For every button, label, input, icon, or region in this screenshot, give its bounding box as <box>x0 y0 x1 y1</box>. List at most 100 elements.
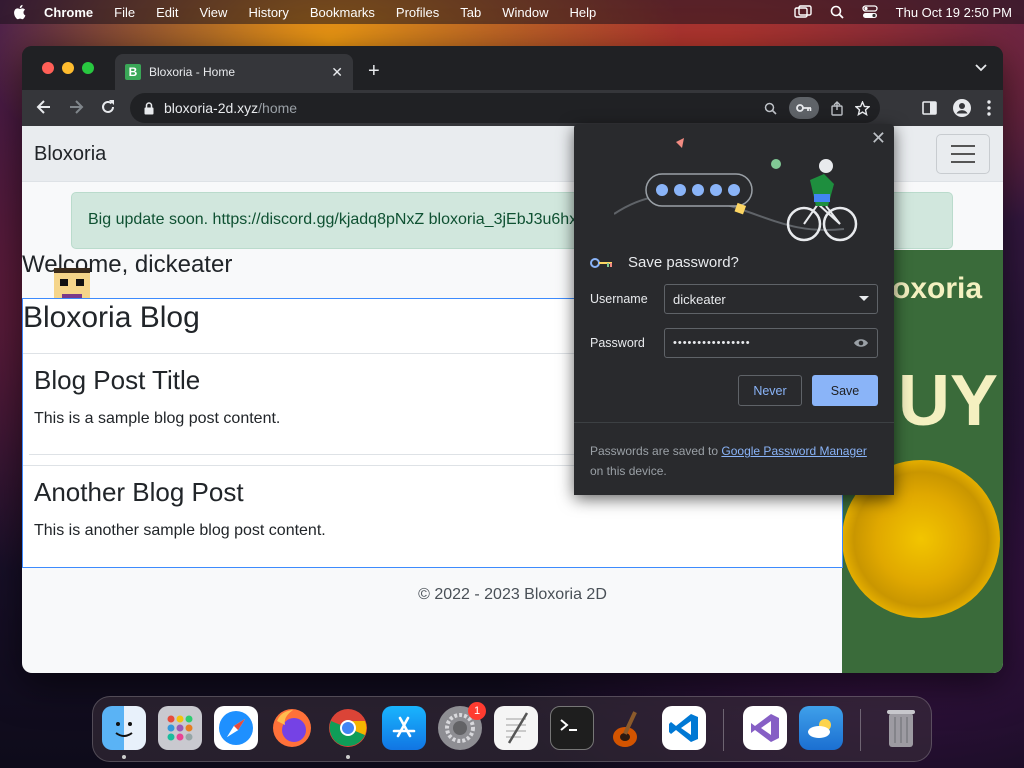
key-icon <box>796 104 812 112</box>
reload-icon[interactable] <box>100 99 116 115</box>
menu-profiles[interactable]: Profiles <box>396 5 439 20</box>
password-key-button[interactable] <box>789 97 819 119</box>
menu-view[interactable]: View <box>199 5 227 20</box>
footer-suffix: on this device. <box>590 464 667 478</box>
ad-buy-text: UY <box>898 361 999 441</box>
url-host: bloxoria-2d.xyz <box>164 100 259 116</box>
browser-window: B Bloxoria - Home ✕ + bloxoria-2d.xyz/ho… <box>22 46 1003 673</box>
password-mask: •••••••••••••••• <box>673 337 751 349</box>
post-content: This is another sample blog post content… <box>34 522 326 539</box>
dropdown-arrow-icon[interactable] <box>859 296 869 302</box>
safari-icon[interactable] <box>214 706 258 750</box>
minimize-window-button[interactable] <box>62 62 74 74</box>
dialog-buttons: Never Save <box>738 375 878 406</box>
menu-history[interactable]: History <box>248 5 288 20</box>
spotlight-search-icon[interactable] <box>830 5 844 19</box>
tab-search-chevron-icon[interactable] <box>975 64 987 72</box>
kebab-menu-icon[interactable] <box>987 100 991 116</box>
password-field[interactable]: •••••••••••••••• <box>664 328 878 358</box>
post-content: This is a sample blog post content. <box>34 410 281 427</box>
textedit-icon[interactable] <box>494 706 538 750</box>
visual-studio-icon[interactable] <box>743 706 787 750</box>
new-tab-icon[interactable]: + <box>368 60 380 83</box>
show-password-eye-icon[interactable] <box>853 338 869 348</box>
user-avatar-icon <box>54 268 90 300</box>
screen-mirroring-icon[interactable] <box>793 5 812 19</box>
footer-prefix: Passwords are saved to <box>590 444 722 458</box>
site-brand-link[interactable]: Bloxoria <box>34 143 106 166</box>
tab-bar: B Bloxoria - Home ✕ + <box>22 46 1003 90</box>
notification-badge: 1 <box>468 702 486 720</box>
launchpad-icon[interactable] <box>158 706 202 750</box>
trash-icon[interactable] <box>879 706 923 750</box>
system-settings-icon[interactable]: 1 <box>438 702 486 750</box>
bookmark-star-icon[interactable] <box>855 100 870 116</box>
save-password-dialog: ✕ Save password? Username dickeater Pass… <box>574 124 894 495</box>
menu-clock[interactable]: Thu Oct 19 2:50 PM <box>896 5 1012 20</box>
menu-tab[interactable]: Tab <box>460 5 481 20</box>
close-tab-icon[interactable]: ✕ <box>331 64 343 81</box>
menu-help[interactable]: Help <box>570 5 597 20</box>
firefox-icon[interactable] <box>270 706 314 750</box>
dialog-title-text: Save password? <box>628 254 739 271</box>
terminal-icon[interactable] <box>550 706 594 750</box>
browser-toolbar: bloxoria-2d.xyz/home <box>22 90 1003 126</box>
dock-separator <box>723 709 724 751</box>
post-title: Blog Post Title <box>34 365 201 395</box>
blog-post: Another Blog Post This is another sample… <box>34 477 326 540</box>
never-button[interactable]: Never <box>738 375 802 406</box>
control-center-icon[interactable] <box>862 5 878 19</box>
address-bar[interactable]: bloxoria-2d.xyz/home <box>130 93 880 123</box>
apple-icon[interactable] <box>12 4 26 20</box>
running-indicator <box>346 755 350 759</box>
password-label: Password <box>590 336 645 350</box>
blog-title: Bloxoria Blog <box>23 301 200 334</box>
forward-arrow-icon[interactable] <box>68 99 84 115</box>
blog-post: Blog Post Title This is a sample blog po… <box>34 365 280 428</box>
menu-bookmarks[interactable]: Bookmarks <box>310 5 375 20</box>
garageband-icon[interactable] <box>606 706 650 750</box>
chrome-icon[interactable] <box>326 706 370 750</box>
window-controls <box>42 62 94 74</box>
dock: 1 <box>92 696 932 762</box>
lock-icon[interactable] <box>144 101 154 115</box>
back-arrow-icon[interactable] <box>36 99 52 115</box>
post-title: Another Blog Post <box>34 477 244 507</box>
menu-edit[interactable]: Edit <box>156 5 178 20</box>
save-button[interactable]: Save <box>812 375 878 406</box>
menu-bar: Chrome File Edit View History Bookmarks … <box>0 0 1024 24</box>
username-select[interactable]: dickeater <box>664 284 878 314</box>
menu-app-name[interactable]: Chrome <box>44 5 93 20</box>
vscode-icon[interactable] <box>662 706 706 750</box>
app-store-icon[interactable] <box>382 706 426 750</box>
side-panel-icon[interactable] <box>922 101 937 115</box>
profile-avatar-icon[interactable] <box>953 99 971 117</box>
password-row: Password •••••••••••••••• <box>590 328 878 358</box>
hamburger-icon <box>951 145 975 147</box>
close-window-button[interactable] <box>42 62 54 74</box>
dialog-footer: Passwords are saved to Google Password M… <box>574 422 894 495</box>
username-value: dickeater <box>673 291 726 307</box>
zoom-window-button[interactable] <box>82 62 94 74</box>
password-manager-key-icon <box>590 257 612 268</box>
navbar-toggler-button[interactable] <box>936 134 990 174</box>
close-dialog-icon[interactable]: ✕ <box>871 128 886 149</box>
menu-window[interactable]: Window <box>502 5 548 20</box>
password-illustration <box>614 138 858 242</box>
url-path: /home <box>258 100 298 116</box>
site-footer: © 2022 - 2023 Bloxoria 2D <box>418 586 607 603</box>
tab-bloxoria-home[interactable]: B Bloxoria - Home ✕ <box>115 54 353 90</box>
username-label: Username <box>590 292 648 306</box>
running-indicator <box>122 755 126 759</box>
finder-icon[interactable] <box>102 706 146 750</box>
dialog-title: Save password? <box>590 254 739 271</box>
menu-file[interactable]: File <box>114 5 135 20</box>
username-row: Username dickeater <box>590 284 878 314</box>
password-manager-link[interactable]: Google Password Manager <box>721 444 866 458</box>
share-icon[interactable] <box>831 100 843 116</box>
weather-icon[interactable] <box>799 706 843 750</box>
tab-title: Bloxoria - Home <box>149 65 236 79</box>
zoom-search-icon[interactable] <box>764 102 777 115</box>
dock-separator <box>860 709 861 751</box>
ad-brand-text: oxoria <box>892 272 983 305</box>
